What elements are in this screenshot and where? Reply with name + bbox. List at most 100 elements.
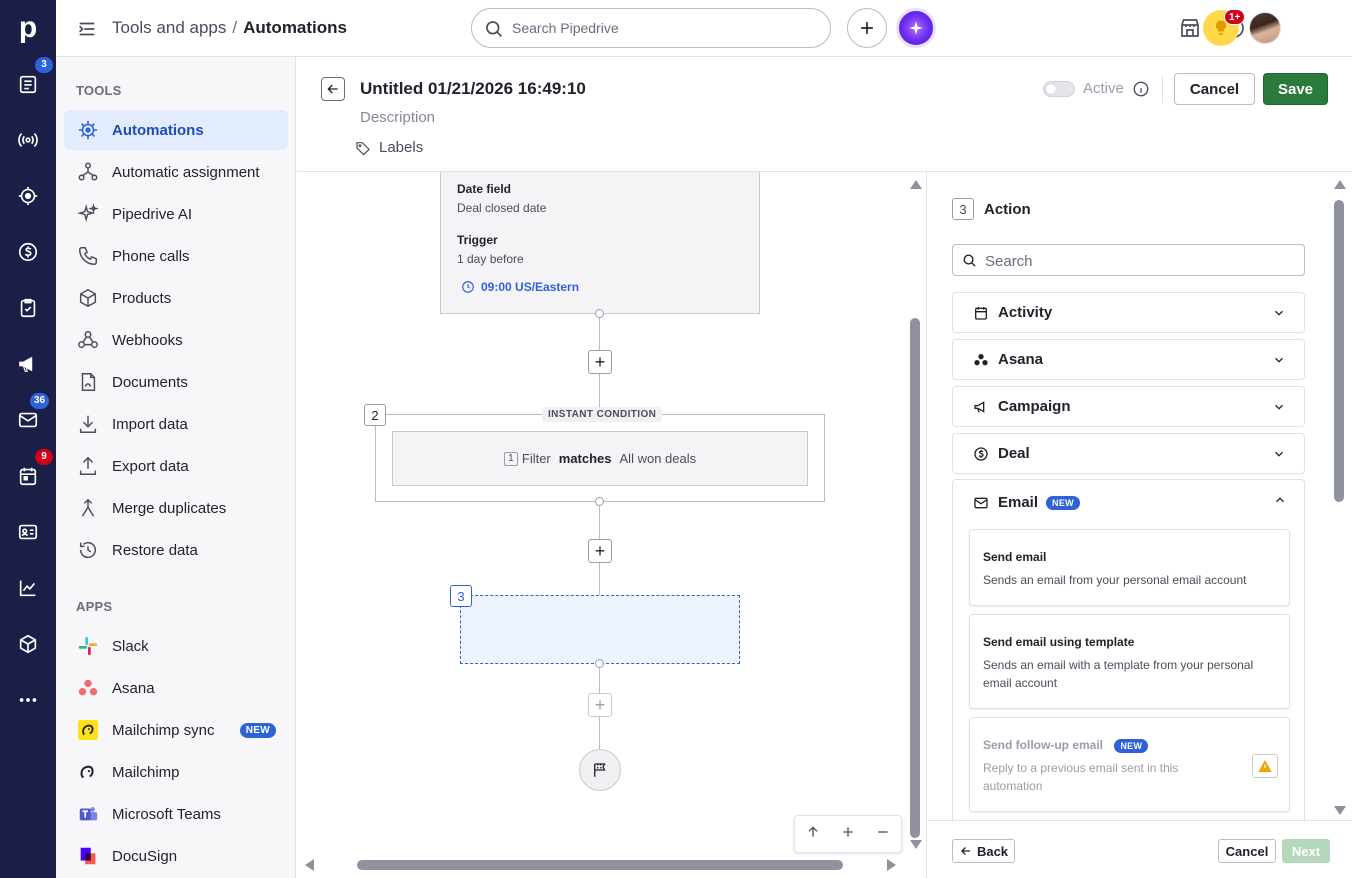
action-search[interactable] — [952, 244, 1305, 276]
products-box-icon[interactable] — [14, 630, 42, 658]
sidebar-item-automations[interactable]: Automations — [64, 110, 288, 150]
workflow-canvas[interactable]: Date field Deal closed date Trigger 1 da… — [297, 172, 927, 878]
add-step-button[interactable]: + — [588, 539, 612, 563]
canvas-vertical-scrollbar[interactable] — [910, 180, 922, 852]
campaigns-megaphone-icon[interactable] — [14, 350, 42, 378]
save-button[interactable]: Save — [1263, 73, 1328, 105]
pipedrive-logo[interactable]: p — [16, 12, 40, 44]
sidebar-item-export-data[interactable]: Export data — [64, 446, 288, 486]
accordion-label: Asana — [998, 351, 1044, 368]
scrollbar-thumb[interactable] — [910, 318, 920, 838]
connector-dot — [595, 659, 604, 668]
global-search[interactable] — [471, 8, 831, 48]
mail-icon[interactable] — [14, 406, 42, 434]
scroll-up-arrow-icon[interactable] — [1334, 180, 1346, 189]
scrollbar-thumb[interactable] — [1334, 200, 1344, 502]
breadcrumb: Tools and apps / Automations — [112, 18, 347, 38]
automation-title[interactable]: Untitled 01/21/2026 16:49:10 — [360, 79, 586, 99]
broadcast-icon[interactable] — [14, 126, 42, 154]
collapse-menu-icon[interactable] — [76, 18, 98, 40]
top-bar: Tools and apps / Automations 1+ — [56, 0, 1352, 57]
docusign-icon — [76, 844, 100, 868]
sidebar-item-docusign[interactable]: DocuSign — [64, 836, 288, 876]
next-button[interactable]: Next — [1282, 839, 1330, 863]
sidebar-item-webhooks[interactable]: Webhooks — [64, 320, 288, 360]
scrollbar-thumb[interactable] — [357, 860, 843, 870]
global-search-input[interactable] — [512, 17, 812, 39]
add-step-button[interactable]: + — [588, 693, 612, 717]
insights-chart-icon[interactable] — [14, 574, 42, 602]
zoom-out-icon[interactable] — [875, 824, 891, 845]
filter-word: Filter — [521, 451, 551, 466]
canvas-horizontal-scrollbar[interactable] — [305, 859, 901, 871]
sidebar-item-microsoft-teams[interactable]: Microsoft Teams — [64, 794, 288, 834]
leads-inbox-icon[interactable] — [14, 70, 42, 98]
ai-assistant-button[interactable] — [896, 8, 936, 48]
chevron-down-icon — [1275, 357, 1283, 363]
sidebar-item-mailchimp[interactable]: Mailchimp — [64, 752, 288, 792]
new-badge: NEW — [239, 722, 276, 738]
action-option-send-email-template[interactable]: Send email using template Sends an email… — [969, 614, 1290, 709]
filter-value: All won deals — [619, 451, 697, 466]
target-icon[interactable] — [14, 182, 42, 210]
deals-dollar-icon[interactable] — [14, 238, 42, 266]
description-field[interactable]: Description — [360, 109, 435, 126]
filter-number: 1 — [503, 451, 518, 466]
scroll-right-arrow-icon[interactable] — [887, 859, 896, 871]
accordion-asana[interactable]: Asana — [952, 339, 1305, 380]
quick-add-button[interactable] — [847, 8, 887, 48]
breadcrumb-parent[interactable]: Tools and apps — [112, 18, 226, 37]
active-toggle[interactable] — [1043, 81, 1075, 97]
sidebar-item-slack[interactable]: Slack — [64, 626, 288, 666]
accordion-activity[interactable]: Activity — [952, 292, 1305, 333]
sidebar-item-pipedrive-ai[interactable]: Pipedrive AI — [64, 194, 288, 234]
sidebar-item-phone-calls[interactable]: Phone calls — [64, 236, 288, 276]
back-button[interactable]: Back — [952, 839, 1015, 863]
sidebar-item-import-data[interactable]: Import data — [64, 404, 288, 444]
sidebar-item-merge-duplicates[interactable]: Merge duplicates — [64, 488, 288, 528]
marketplace-store-icon[interactable] — [1178, 16, 1202, 40]
more-dots-icon[interactable] — [14, 686, 42, 714]
sidebar-item-restore-data[interactable]: Restore data — [64, 530, 288, 570]
chevron-up-icon[interactable] — [1273, 493, 1287, 507]
warning-icon[interactable] — [1252, 754, 1278, 778]
action-search-input[interactable] — [985, 251, 1285, 271]
panel-vertical-scrollbar[interactable] — [1334, 180, 1346, 818]
action-option-send-email[interactable]: Send email Sends an email from your pers… — [969, 529, 1290, 606]
action-placeholder-node[interactable] — [460, 595, 740, 664]
labels-button[interactable]: Labels — [355, 139, 423, 156]
condition-filter[interactable]: 1 Filter matches All won deals — [392, 431, 808, 486]
sidebar-item-label: Mailchimp — [112, 763, 180, 781]
sidebar-item-documents[interactable]: Documents — [64, 362, 288, 402]
zoom-in-icon[interactable] — [840, 824, 856, 845]
sidebar-item-products[interactable]: Products — [64, 278, 288, 318]
sidebar-item-automatic-assignment[interactable]: Automatic assignment — [64, 152, 288, 192]
scroll-down-arrow-icon[interactable] — [1334, 806, 1346, 815]
instant-condition-tag: INSTANT CONDITION — [542, 407, 663, 422]
contacts-card-icon[interactable] — [14, 518, 42, 546]
back-button[interactable] — [321, 77, 345, 101]
sidebar-item-asana[interactable]: Asana — [64, 668, 288, 708]
scroll-left-arrow-icon[interactable] — [305, 859, 314, 871]
mail-badge: 36 — [30, 393, 50, 409]
accordion-campaign[interactable]: Campaign — [952, 386, 1305, 427]
arrow-up-icon[interactable] — [805, 824, 821, 845]
add-step-button[interactable]: + — [588, 350, 612, 374]
accordion-label: Campaign — [998, 398, 1071, 415]
user-avatar[interactable] — [1249, 12, 1281, 44]
trigger-node[interactable]: Date field Deal closed date Trigger 1 da… — [440, 172, 760, 314]
activities-calendar-icon[interactable] — [14, 462, 42, 490]
action-option-send-follow-up-email[interactable]: Send follow-up email NEW Reply to a prev… — [969, 717, 1290, 812]
asana-icon — [76, 676, 100, 700]
scroll-down-arrow-icon[interactable] — [910, 840, 922, 849]
sidebar-item-mailchimp-sync[interactable]: Mailchimp sync NEW — [64, 710, 288, 750]
tasks-clipboard-icon[interactable] — [14, 294, 42, 322]
cancel-button[interactable]: Cancel — [1174, 73, 1255, 105]
accordion-deal[interactable]: Deal — [952, 433, 1305, 474]
cancel-button[interactable]: Cancel — [1218, 839, 1276, 863]
info-icon[interactable] — [1132, 80, 1150, 98]
trigger-value: 1 day before — [457, 252, 524, 266]
scroll-up-arrow-icon[interactable] — [910, 180, 922, 189]
email-accordion-header[interactable]: Email NEW — [973, 494, 1080, 511]
sidebar-item-label: Phone calls — [112, 247, 190, 265]
